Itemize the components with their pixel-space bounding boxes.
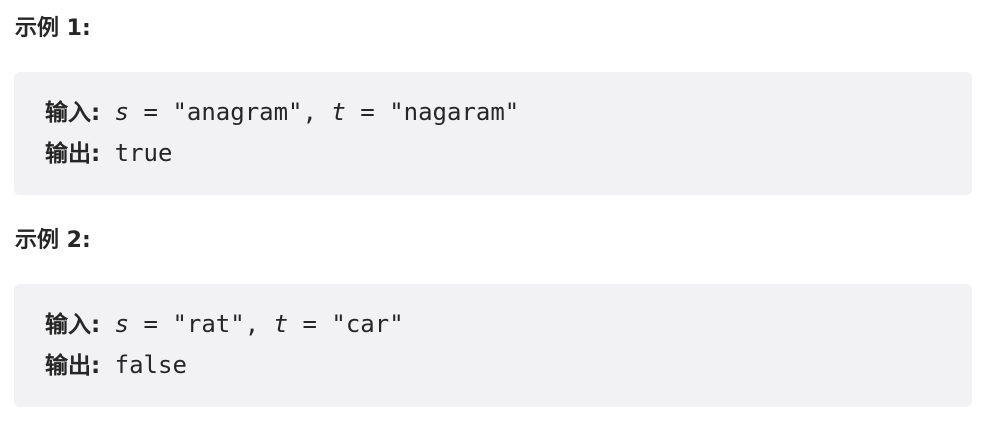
s-assignment: = "anagram", (129, 98, 332, 126)
example-1-block: 输入: s = "anagram", t = "nagaram" 输出: tru… (14, 72, 972, 195)
input-label: 输入: (45, 312, 101, 338)
example-1-output-line: 输出: true (45, 138, 172, 168)
example-1-input-code: s = "anagram", t = "nagaram" (100, 98, 520, 126)
example-2-input-code: s = "rat", t = "car" (100, 310, 404, 338)
example-1-heading: 示例 1: (15, 16, 91, 41)
t-variable: t (273, 310, 289, 338)
t-assignment: = "nagaram" (345, 98, 520, 126)
s-variable: s (114, 98, 130, 126)
t-variable: t (331, 98, 346, 126)
example-2-input-line: 输入: s = "rat", t = "car" (45, 309, 404, 339)
output-value: true (114, 139, 173, 167)
example-2-output-code: false (100, 351, 187, 379)
s-variable: s (114, 310, 130, 338)
output-label: 输出: (45, 141, 101, 167)
example-1-output-code: true (100, 139, 173, 167)
s-assignment: = "rat", (129, 310, 274, 338)
output-label: 输出: (45, 353, 101, 379)
t-assignment: = "car" (288, 310, 404, 338)
example-1-input-line: 输入: s = "anagram", t = "nagaram" (45, 97, 519, 127)
example-2-heading: 示例 2: (15, 228, 91, 253)
output-value: false (114, 351, 187, 379)
example-2-output-line: 输出: false (45, 350, 187, 380)
example-2-block: 输入: s = "rat", t = "car" 输出: false (14, 284, 972, 407)
input-label: 输入: (45, 100, 101, 126)
